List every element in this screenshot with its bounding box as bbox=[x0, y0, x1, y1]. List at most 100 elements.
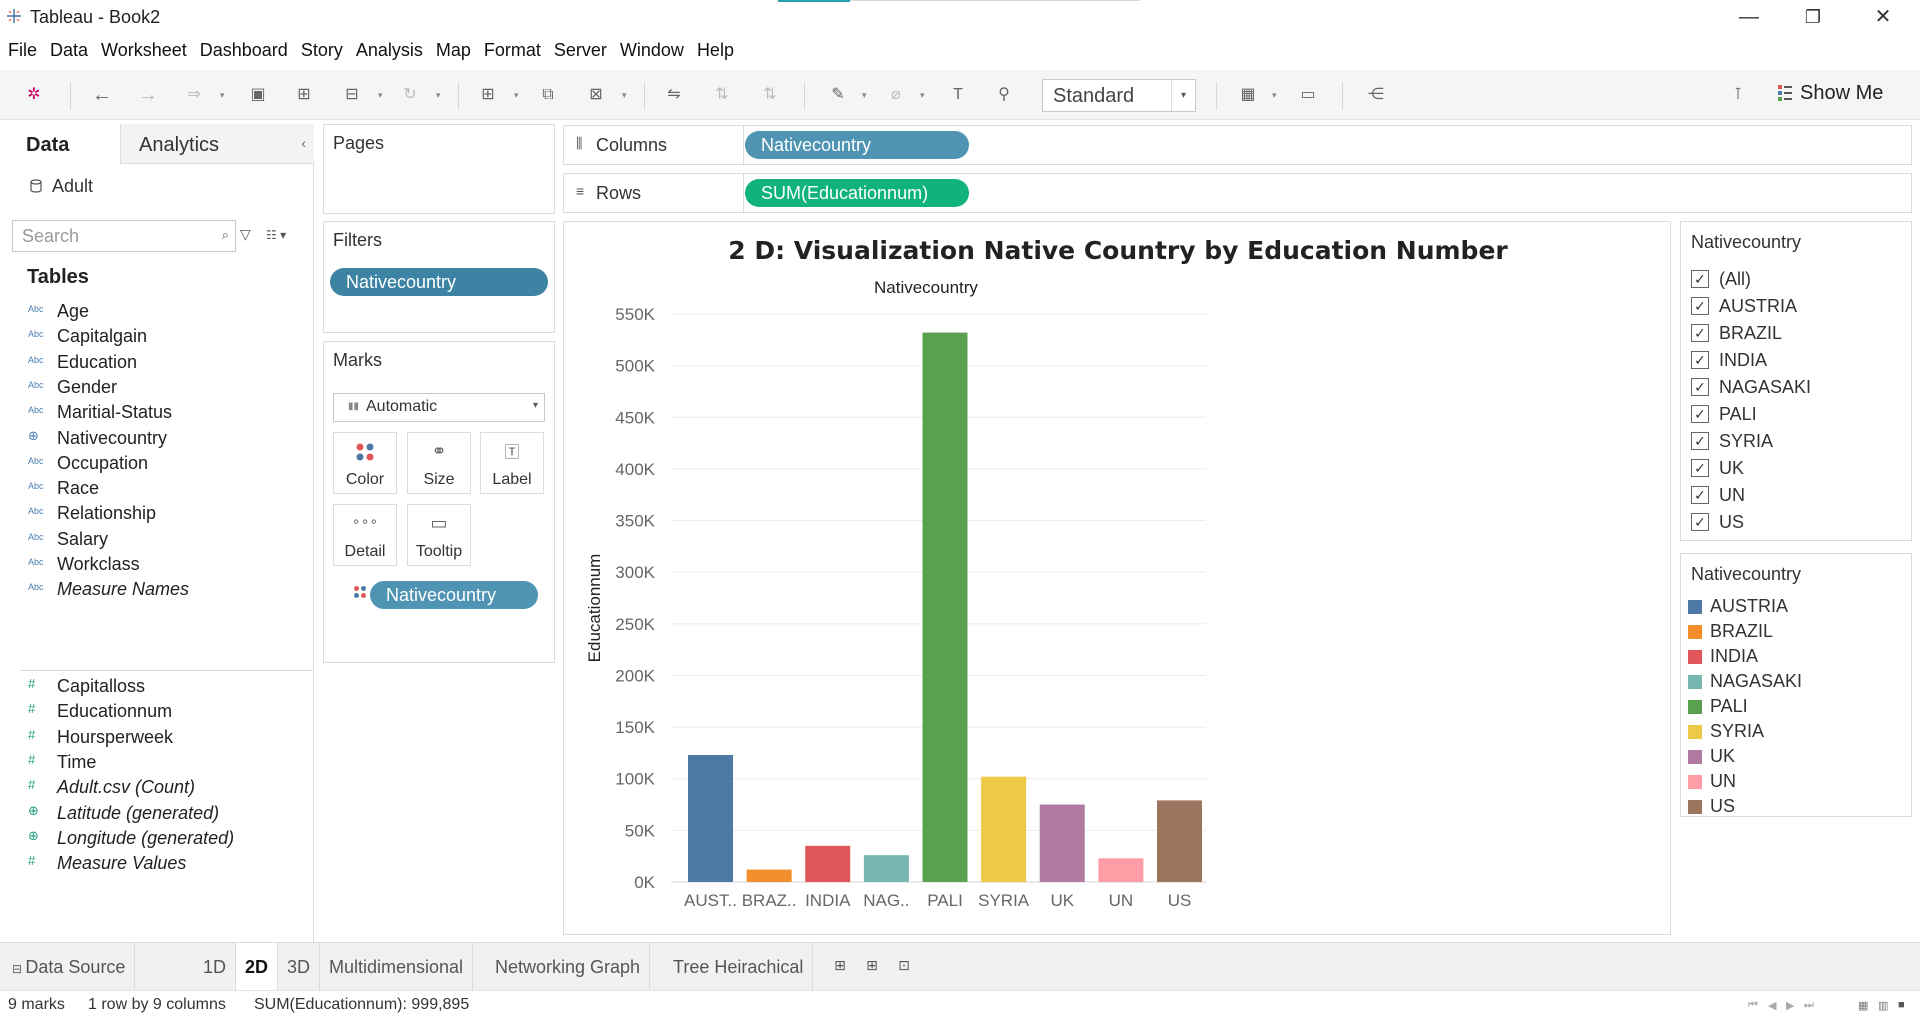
bar-pali[interactable] bbox=[922, 332, 968, 882]
bar-chart[interactable]: 0K 50K 100K 150K 200K 250K 300K 350K 400K 450K 500… bbox=[564, 222, 1672, 936]
filmstrip-icon[interactable]: ▥ bbox=[1878, 999, 1888, 1012]
filters-card[interactable]: Filters Nativecountry bbox=[323, 221, 555, 333]
bar-braz[interactable] bbox=[746, 869, 792, 882]
bar-india[interactable] bbox=[805, 845, 851, 882]
highlight-icon[interactable]: ✎ bbox=[826, 84, 850, 106]
pause-updates-icon[interactable]: ⊟ bbox=[340, 84, 364, 106]
new-worksheet-dropdown-icon[interactable]: ▾ bbox=[514, 84, 524, 106]
checkbox-checked[interactable]: ✓ bbox=[1691, 405, 1709, 423]
bar-us[interactable] bbox=[1157, 800, 1202, 882]
field-maritial-status[interactable]: Abc Maritial-Status bbox=[0, 400, 314, 426]
field-age[interactable]: Abc Age bbox=[0, 299, 314, 325]
menu-format[interactable]: Format bbox=[484, 36, 541, 64]
bar-syria[interactable] bbox=[981, 776, 1027, 882]
field-adult-csv-count[interactable]: # Adult.csv (Count) bbox=[0, 775, 314, 801]
bar-aust[interactable] bbox=[688, 754, 733, 882]
checkbox-checked[interactable]: ✓ bbox=[1691, 351, 1709, 369]
redo-icon[interactable]: → bbox=[136, 84, 160, 106]
field-hoursperweek[interactable]: # Hoursperweek bbox=[0, 725, 314, 751]
field-educationnum[interactable]: # Educationnum bbox=[0, 699, 314, 725]
field-latitude-generated[interactable]: ⊕ Latitude (generated) bbox=[0, 801, 314, 827]
bar-uk[interactable] bbox=[1039, 804, 1085, 882]
field-workclass[interactable]: Abc Workclass bbox=[0, 552, 314, 578]
sheet-tab-3d[interactable]: 3D bbox=[278, 943, 321, 991]
field-gender[interactable]: Abc Gender bbox=[0, 375, 314, 401]
columns-shelf[interactable]: ⫼ Columns Nativecountry bbox=[563, 125, 1912, 165]
new-worksheet-icon[interactable]: ⊞ bbox=[830, 957, 850, 977]
swap-rows-columns-icon[interactable]: ⇋ bbox=[662, 84, 686, 106]
sheet-tab-networking-graph[interactable]: Networking Graph bbox=[486, 943, 651, 991]
view-options-icon[interactable]: ☷ ▾ bbox=[266, 228, 286, 242]
field-longitude-generated[interactable]: ⊕ Longitude (generated) bbox=[0, 826, 314, 852]
label-button[interactable]: 🅃 Label bbox=[480, 432, 544, 494]
menu-server[interactable]: Server bbox=[554, 36, 607, 64]
menu-window[interactable]: Window bbox=[620, 36, 684, 64]
highlight-dropdown-icon[interactable]: ▾ bbox=[862, 84, 872, 106]
presentation-mode-icon[interactable]: ▭ bbox=[1296, 84, 1320, 106]
new-story-icon[interactable]: ⊡ bbox=[894, 957, 914, 977]
undo-icon[interactable]: ← bbox=[90, 84, 114, 106]
share-icon[interactable]: ⋲ bbox=[1364, 84, 1388, 106]
menu-analysis[interactable]: Analysis bbox=[356, 36, 423, 64]
mark-type-select[interactable]: ▮▮ Automatic ▾ bbox=[333, 393, 545, 422]
tooltip-button[interactable]: ▭ Tooltip bbox=[407, 504, 471, 566]
checkbox-checked[interactable]: ✓ bbox=[1691, 486, 1709, 504]
clear-dropdown-icon[interactable]: ▾ bbox=[622, 84, 632, 106]
color-button[interactable]: Color bbox=[333, 432, 397, 494]
pages-card[interactable]: Pages bbox=[323, 124, 555, 214]
save-icon[interactable]: ▣ bbox=[246, 84, 270, 106]
menu-story[interactable]: Story bbox=[301, 36, 343, 64]
color-pill-nativecountry[interactable]: Nativecountry bbox=[370, 581, 538, 609]
checkbox-checked[interactable]: ✓ bbox=[1691, 432, 1709, 450]
sheet-sorter-icon[interactable]: ▦ bbox=[1858, 999, 1868, 1012]
sheet-tab-2d[interactable]: 2D bbox=[236, 943, 279, 991]
prev-sheet-icon[interactable]: ◀ bbox=[1768, 999, 1776, 1012]
next-sheet-icon[interactable]: ▶ bbox=[1786, 999, 1794, 1012]
menu-dashboard[interactable]: Dashboard bbox=[200, 36, 288, 64]
close-button[interactable]: ✕ bbox=[1860, 4, 1906, 30]
tab-analytics[interactable]: Analytics ‹ bbox=[120, 124, 314, 164]
columns-pill-nativecountry[interactable]: Nativecountry bbox=[745, 131, 969, 159]
show-me-icon[interactable] bbox=[1778, 84, 1792, 102]
menu-map[interactable]: Map bbox=[436, 36, 471, 64]
show-mark-labels-icon[interactable]: T bbox=[946, 84, 970, 106]
menu-data[interactable]: Data bbox=[50, 36, 88, 64]
show-me-button[interactable]: Show Me bbox=[1800, 82, 1883, 105]
sheet-tab-tree-heirachical[interactable]: Tree Heirachical bbox=[664, 943, 814, 991]
menu-file[interactable]: File bbox=[8, 36, 37, 64]
search-input[interactable]: Search ⌕ bbox=[12, 220, 236, 252]
field-capitalgain[interactable]: Abc Capitalgain bbox=[0, 324, 314, 350]
field-nativecountry[interactable]: ⊕ Nativecountry bbox=[0, 426, 314, 452]
checkbox-checked[interactable]: ✓ bbox=[1691, 324, 1709, 342]
size-button[interactable]: ⚭ Size bbox=[407, 432, 471, 494]
checkbox-checked[interactable]: ✓ bbox=[1691, 378, 1709, 396]
menu-help[interactable]: Help bbox=[697, 36, 734, 64]
replay-dropdown-icon[interactable]: ▾ bbox=[220, 84, 230, 106]
first-sheet-icon[interactable]: ⏮ bbox=[1748, 999, 1758, 1012]
group-dropdown-icon[interactable]: ▾ bbox=[920, 84, 930, 106]
checkbox-checked[interactable]: ✓ bbox=[1691, 270, 1709, 288]
visualization-pane[interactable]: 2 D: Visualization Native Country by Edu… bbox=[563, 221, 1671, 935]
pause-dropdown-icon[interactable]: ▾ bbox=[378, 84, 388, 106]
collapse-pane-icon[interactable]: ‹ bbox=[301, 135, 306, 151]
bar-nag[interactable] bbox=[863, 855, 909, 882]
field-race[interactable]: Abc Race bbox=[0, 476, 314, 502]
field-measure-names[interactable]: Abc Measure Names bbox=[0, 577, 314, 603]
menu-worksheet[interactable]: Worksheet bbox=[101, 36, 187, 64]
format-painter-icon[interactable]: ⊺ bbox=[1726, 84, 1750, 106]
checkbox-checked[interactable]: ✓ bbox=[1691, 513, 1709, 531]
field-education[interactable]: Abc Education bbox=[0, 350, 314, 376]
rows-shelf[interactable]: ≡ Rows SUM(Educationnum) bbox=[563, 173, 1912, 213]
fit-select[interactable]: Standard ▾ bbox=[1042, 79, 1196, 112]
tab-data[interactable]: Data bbox=[0, 124, 120, 164]
tabs-view-icon[interactable]: ■ bbox=[1898, 999, 1905, 1011]
replay-icon[interactable]: ⇒ bbox=[182, 84, 206, 106]
refresh-dropdown-icon[interactable]: ▾ bbox=[436, 84, 446, 106]
sheet-tab-1d[interactable]: 1D bbox=[194, 943, 237, 991]
checkbox-checked[interactable]: ✓ bbox=[1691, 297, 1709, 315]
sort-ascending-icon[interactable]: ⇅ bbox=[710, 84, 734, 106]
refresh-icon[interactable]: ↻ bbox=[398, 84, 422, 106]
detail-button[interactable]: ∘∘∘ Detail bbox=[333, 504, 397, 566]
filter-pill-nativecountry[interactable]: Nativecountry bbox=[330, 268, 548, 296]
filter-icon[interactable]: ▽ bbox=[240, 226, 251, 243]
